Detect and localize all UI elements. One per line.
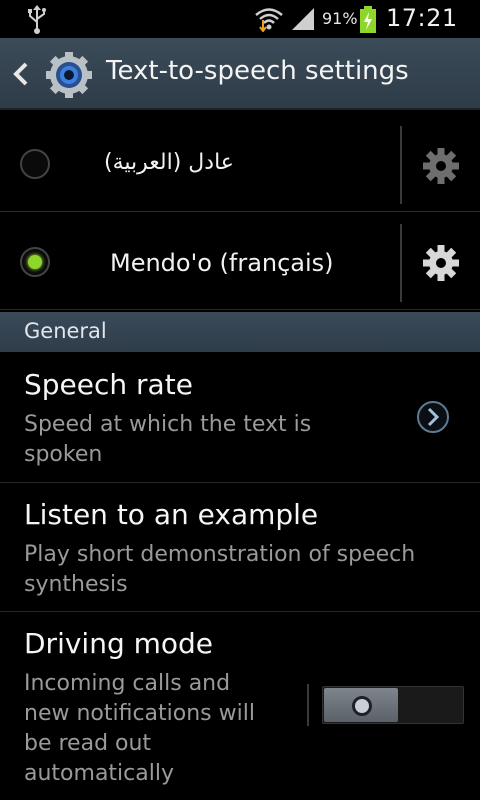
pref-title: Listen to an example xyxy=(24,498,319,531)
voice-label-arabic: عادل (العربية) xyxy=(104,150,234,175)
toggle-knob[interactable] xyxy=(324,688,398,722)
status-bar: 91% 17:21 xyxy=(0,0,480,38)
driving-mode-toggle[interactable] xyxy=(322,686,464,724)
pref-summary-line: spoken xyxy=(24,442,103,467)
wifi-icon xyxy=(255,8,283,32)
gear-icon[interactable] xyxy=(422,147,460,185)
pref-title: Speech rate xyxy=(24,368,193,401)
voice-radio-french[interactable] xyxy=(20,247,50,277)
usb-icon xyxy=(28,5,46,34)
pref-summary-line: be read out xyxy=(24,731,152,756)
pref-summary-line: Incoming calls and xyxy=(24,671,231,696)
pref-summary-line: automatically xyxy=(24,761,174,786)
voice-row-french[interactable]: Mendo'o (français) xyxy=(0,214,480,310)
voice-label-french: Mendo'o (français) xyxy=(110,249,334,277)
section-header-general: General xyxy=(0,312,480,352)
pref-speech-rate[interactable]: Speech rate Speed at which the text is s… xyxy=(0,354,480,483)
gear-icon[interactable] xyxy=(422,244,460,282)
battery-charging-icon xyxy=(360,6,376,33)
pref-summary-line: Speed at which the text is xyxy=(24,412,312,437)
voice-radio-arabic[interactable] xyxy=(20,149,50,179)
voice-row-arabic[interactable]: عادل (العربية) xyxy=(0,116,480,212)
pref-summary-line: Play short demonstration of speech xyxy=(24,542,416,567)
pref-title: Driving mode xyxy=(24,627,214,660)
divider xyxy=(400,126,402,204)
battery-percent: 91% xyxy=(322,9,358,28)
pref-listen-example[interactable]: Listen to an example Play short demonstr… xyxy=(0,484,480,612)
pref-summary-line: new notifications will xyxy=(24,701,255,726)
chevron-right-icon[interactable] xyxy=(416,400,450,434)
status-time: 17:21 xyxy=(386,4,458,32)
settings-gear-icon xyxy=(46,52,92,98)
section-header-label: General xyxy=(24,319,107,343)
pref-summary-line: synthesis xyxy=(24,572,128,597)
divider xyxy=(400,224,402,302)
back-chevron-icon[interactable] xyxy=(10,60,30,88)
divider xyxy=(307,684,309,726)
action-bar: Text-to-speech settings xyxy=(0,38,480,110)
signal-icon xyxy=(292,8,314,30)
page-title: Text-to-speech settings xyxy=(106,56,409,86)
